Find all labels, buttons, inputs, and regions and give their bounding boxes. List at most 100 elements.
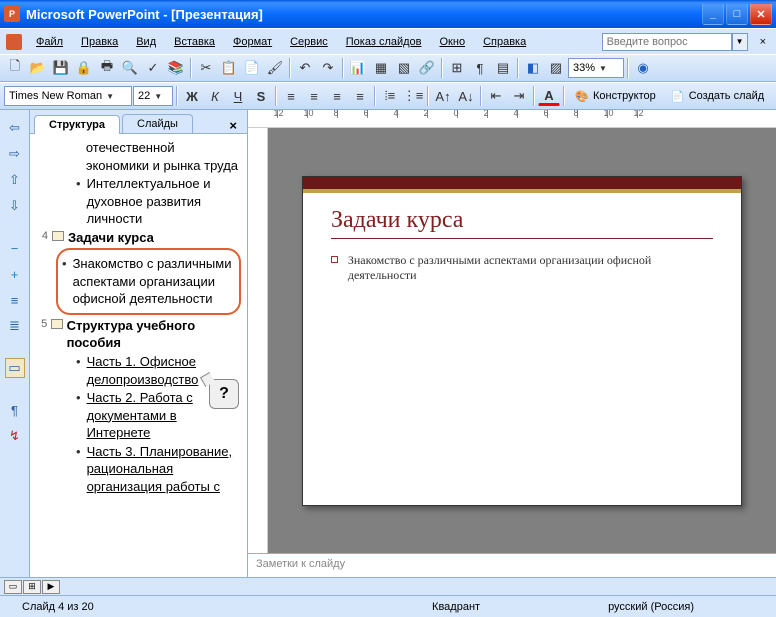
help-search-input[interactable] — [602, 33, 732, 51]
bold-button[interactable]: Ж — [181, 85, 203, 107]
increase-indent-button[interactable]: ⇥ — [508, 85, 530, 107]
help-button[interactable]: ◉ — [632, 57, 654, 79]
ruler-vertical[interactable] — [248, 128, 268, 553]
slide-title-text[interactable]: Задачи курса — [331, 207, 713, 239]
demote-button[interactable]: ⇨ — [5, 144, 25, 164]
shadow-button[interactable]: S — [250, 85, 272, 107]
minimize-button[interactable]: _ — [702, 3, 724, 25]
promote-button[interactable]: ⇦ — [5, 118, 25, 138]
bullet-square-icon — [331, 256, 338, 263]
italic-button[interactable]: К — [204, 85, 226, 107]
open-button[interactable]: 📂 — [27, 57, 49, 79]
collapse-all-button[interactable]: ≡ — [5, 290, 25, 310]
align-center-button[interactable]: ≡ — [303, 85, 325, 107]
designer-label: Конструктор — [593, 90, 656, 102]
new-button[interactable]: 🗋 — [4, 57, 26, 79]
menu-tools[interactable]: Сервис — [282, 33, 336, 51]
expand-button[interactable]: + — [5, 264, 25, 284]
menu-window[interactable]: Окно — [432, 33, 474, 51]
outline-body[interactable]: отечественной экономики и рынка труда •И… — [30, 134, 247, 577]
tab-outline[interactable]: Структура — [34, 115, 120, 134]
show-formatting-button[interactable]: ¶ — [5, 400, 25, 420]
chart-button[interactable]: 📊 — [347, 57, 369, 79]
pane-close-button[interactable]: × — [223, 118, 243, 133]
slide-5-title[interactable]: 5 Структура учебного пособия — [36, 317, 241, 352]
decrease-indent-button[interactable]: ⇤ — [485, 85, 507, 107]
grid-button[interactable]: ▤ — [492, 57, 514, 79]
font-value: Times New Roman — [9, 90, 102, 102]
permission-button[interactable]: 🔒 — [73, 57, 95, 79]
preview-button[interactable]: 🔍 — [119, 57, 141, 79]
summary-slide-button[interactable]: ▭ — [5, 358, 25, 378]
numbering-button[interactable]: ⦙≡ — [379, 85, 401, 107]
tab-slides[interactable]: Слайды — [122, 114, 193, 133]
status-language[interactable]: русский (Россия) — [594, 601, 708, 613]
align-right-button[interactable]: ≡ — [326, 85, 348, 107]
move-down-button[interactable]: ⇩ — [5, 196, 25, 216]
decrease-font-button[interactable]: A↓ — [455, 85, 477, 107]
align-justify-button[interactable]: ≡ — [349, 85, 371, 107]
ruler-horizontal[interactable]: 12108642024681012 — [248, 110, 776, 128]
title-bar: P Microsoft PowerPoint - [Презентация] _… — [0, 0, 776, 28]
increase-font-button[interactable]: A↑ — [432, 85, 454, 107]
menu-format[interactable]: Формат — [225, 33, 280, 51]
question-balloon[interactable]: ? — [209, 379, 239, 409]
research-button[interactable]: 📚 — [165, 57, 187, 79]
slide-canvas[interactable]: Задачи курса Знакомство с различными асп… — [268, 128, 776, 553]
highlighted-bullet: •Знакомство с различными аспектами орган… — [56, 248, 241, 315]
status-bar: Слайд 4 из 20 Квадрант русский (Россия) — [0, 595, 776, 617]
bullet-item[interactable]: •Знакомство с различными аспектами орган… — [62, 255, 235, 308]
menu-bar: Файл Правка Вид Вставка Формат Сервис По… — [0, 28, 776, 54]
collapse-button[interactable]: − — [5, 238, 25, 258]
chevron-down-icon: ▼ — [154, 92, 162, 101]
slide-preview[interactable]: Задачи курса Знакомство с различными асп… — [302, 176, 742, 506]
show-formatting-button[interactable]: ¶ — [469, 57, 491, 79]
save-button[interactable]: 💾 — [50, 57, 72, 79]
align-left-button[interactable]: ≡ — [280, 85, 302, 107]
maximize-button[interactable]: □ — [726, 3, 748, 25]
move-up-button[interactable]: ⇧ — [5, 170, 25, 190]
menu-file[interactable]: Файл — [28, 33, 71, 51]
designer-button[interactable]: 🎨 Конструктор — [568, 85, 663, 107]
new-slide-button[interactable]: 📄 Создать слайд — [664, 85, 771, 107]
expand-button[interactable]: ⊞ — [446, 57, 468, 79]
help-dropdown[interactable]: ▼ — [732, 33, 748, 51]
print-button[interactable]: 🖶 — [96, 57, 118, 79]
table-button[interactable]: ▦ — [370, 57, 392, 79]
bullet-item[interactable]: отечественной экономики и рынка труда — [76, 139, 241, 174]
close-button[interactable]: ✕ — [750, 3, 772, 25]
font-combo[interactable]: Times New Roman ▼ — [4, 86, 132, 106]
menu-insert[interactable]: Вставка — [166, 33, 223, 51]
font-color-button[interactable]: A — [538, 87, 560, 106]
outline-pane: Структура Слайды × отечественной экономи… — [30, 110, 248, 577]
bullet-item[interactable]: •Часть 3. Планирование, рациональная орг… — [76, 443, 241, 496]
paste-button[interactable]: 📄 — [241, 57, 263, 79]
notes-pane[interactable]: Заметки к слайду — [248, 553, 776, 577]
hyperlink-button[interactable]: 🔗 — [416, 57, 438, 79]
expand-all-button[interactable]: ≣ — [5, 316, 25, 336]
slide-icon — [52, 231, 64, 241]
underline-button[interactable]: Ч — [227, 85, 249, 107]
menu-view[interactable]: Вид — [128, 33, 164, 51]
bullet-item[interactable]: •Интеллектуальное и духовное развития ли… — [76, 175, 241, 228]
slide-bullet[interactable]: Знакомство с различными аспектами органи… — [331, 253, 713, 283]
menu-edit[interactable]: Правка — [73, 33, 126, 51]
color-button[interactable]: ◧ — [522, 57, 544, 79]
format-painter-button[interactable]: 🖌 — [264, 57, 286, 79]
spellcheck-button[interactable]: ✓ — [142, 57, 164, 79]
zoom-combo[interactable]: 33% ▼ — [568, 58, 624, 78]
toolbar-options-button[interactable]: ↯ — [5, 426, 25, 446]
redo-button[interactable]: ↷ — [317, 57, 339, 79]
grayscale-button[interactable]: ▨ — [545, 57, 567, 79]
menu-help[interactable]: Справка — [475, 33, 534, 51]
font-size-combo[interactable]: 22 ▼ — [133, 86, 173, 106]
tables-borders-button[interactable]: ▧ — [393, 57, 415, 79]
menu-slideshow[interactable]: Показ слайдов — [338, 33, 430, 51]
cut-button[interactable]: ✂ — [195, 57, 217, 79]
slide-4-title[interactable]: 4 Задачи курса — [36, 229, 241, 247]
undo-button[interactable]: ↶ — [294, 57, 316, 79]
mdi-close[interactable]: × — [756, 33, 770, 51]
bullets-button[interactable]: ⋮≡ — [402, 85, 424, 107]
copy-button[interactable]: 📋 — [218, 57, 240, 79]
new-slide-label: Создать слайд — [689, 90, 764, 102]
